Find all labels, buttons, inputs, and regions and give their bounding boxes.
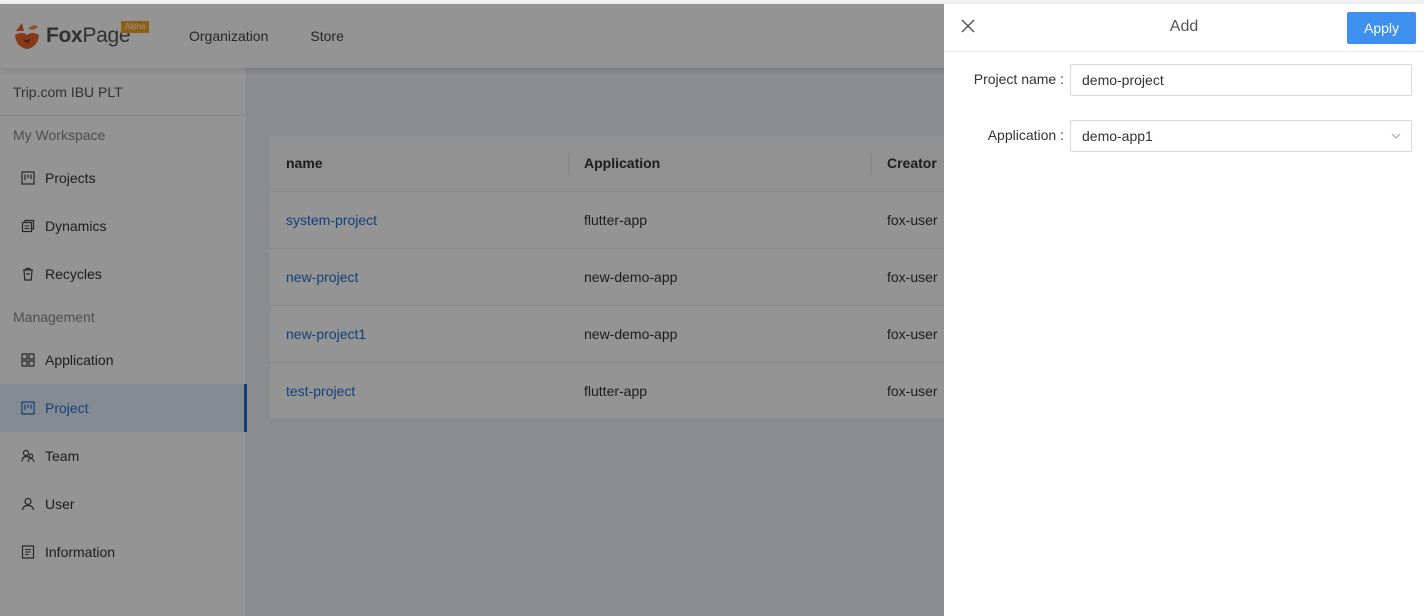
application-label: Application :	[987, 127, 1064, 143]
app-root: FoxPage Alpha Organization Store Trip.co…	[0, 4, 1424, 616]
application-row: Application : demo-app1	[944, 120, 1424, 152]
drawer-overlay-mask[interactable]	[0, 4, 944, 616]
project-name-label: Project name :	[973, 71, 1064, 87]
application-select[interactable]: demo-app1	[1070, 120, 1412, 152]
chevron-down-icon	[1391, 133, 1401, 139]
drawer-header: Add Apply	[944, 4, 1424, 52]
project-name-input[interactable]: demo-project	[1070, 64, 1412, 96]
add-project-drawer: Add Apply Project name : demo-project Ap…	[944, 4, 1424, 616]
project-name-row: Project name : demo-project	[944, 64, 1424, 96]
apply-button[interactable]: Apply	[1347, 12, 1416, 44]
application-select-value: demo-app1	[1082, 128, 1153, 144]
